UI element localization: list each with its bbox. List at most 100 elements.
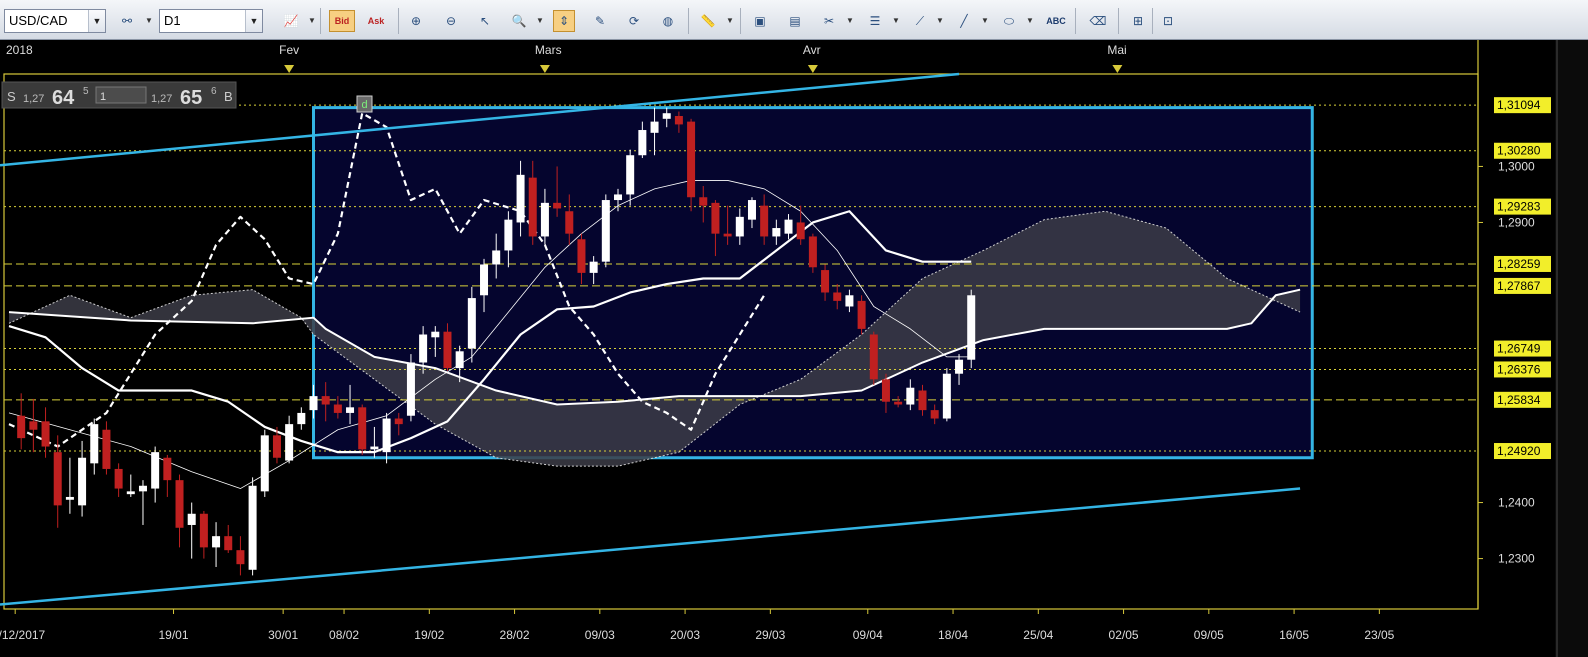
candle[interactable] — [857, 295, 866, 335]
buy-big[interactable]: 65 — [180, 87, 202, 109]
candle-body — [419, 334, 428, 363]
chevron-down-icon[interactable]: ▼ — [726, 16, 734, 25]
cursor-icon[interactable]: ↖ — [474, 10, 496, 32]
chart-type-icon[interactable]: 📈 — [280, 10, 302, 32]
x-tick-label: 09/03 — [585, 628, 615, 642]
ask-button[interactable]: Ask — [363, 10, 389, 32]
zoom-out-icon[interactable]: ⊖ — [440, 10, 462, 32]
chevron-down-icon[interactable]: ▼ — [308, 16, 316, 25]
candle[interactable] — [406, 354, 415, 422]
candle-body — [747, 200, 756, 220]
quote-box: S 1,27 64 5 1 1,27 65 6 B — [1, 81, 237, 109]
y-tick-label: 1,3000 — [1498, 159, 1535, 173]
crosshair-link-icon[interactable]: ⚯ — [116, 10, 138, 32]
bid-button[interactable]: Bid — [329, 10, 355, 32]
toolbar-separator — [1118, 8, 1119, 34]
toolbar-separator — [320, 8, 321, 34]
candle-body — [955, 359, 964, 374]
candle-body — [236, 550, 245, 565]
candle-body — [614, 194, 622, 201]
symbol-value: USD/CAD — [9, 13, 68, 28]
chevron-down-icon[interactable]: ▼ — [536, 16, 544, 25]
symbol-select[interactable]: USD/CAD ▼ — [4, 9, 106, 33]
candle-body — [918, 390, 927, 411]
month-label: Mai — [1107, 43, 1126, 57]
refresh-icon[interactable]: ⟳ — [623, 10, 645, 32]
candle-body — [528, 177, 537, 237]
candle-body — [735, 216, 744, 237]
tools-icon[interactable]: ✂ — [818, 10, 840, 32]
candle-body — [967, 295, 976, 360]
ellipse-icon[interactable]: ⬭ — [998, 10, 1020, 32]
candle-body — [187, 513, 196, 525]
line-tool-icon[interactable]: ╱ — [953, 10, 975, 32]
chevron-down-icon[interactable]: ▼ — [892, 16, 900, 25]
quantity-value: 1 — [100, 91, 106, 103]
image-icon[interactable]: ▣ — [749, 10, 771, 32]
edit-icon[interactable]: ✎ — [589, 10, 611, 32]
sell-prefix: 1,27 — [23, 93, 44, 105]
candle-body — [869, 334, 878, 380]
chevron-down-icon[interactable]: ▼ — [88, 10, 105, 32]
candle-body — [833, 292, 842, 301]
magnifier-icon[interactable]: 🔍 — [508, 10, 530, 32]
y-tick-label: 1,2300 — [1498, 552, 1535, 566]
x-tick-label: 09/05 — [1194, 628, 1224, 642]
candle-body — [881, 379, 890, 402]
window-grid-icon[interactable]: ⊡ — [1157, 10, 1179, 32]
candle-body — [285, 424, 294, 461]
lines-icon[interactable]: ☰ — [864, 10, 886, 32]
sell-big[interactable]: 64 — [52, 87, 75, 109]
x-tick-label: 29/03 — [755, 628, 785, 642]
candle[interactable] — [869, 331, 878, 385]
level-label: 1,30280 — [1497, 144, 1541, 158]
fan-icon[interactable]: ⟋ — [909, 10, 931, 32]
eraser-icon[interactable]: ⌫ — [1087, 10, 1109, 32]
candle[interactable] — [967, 289, 976, 369]
candle-body — [467, 298, 476, 349]
chevron-down-icon[interactable]: ▼ — [981, 16, 989, 25]
candle-body — [845, 295, 854, 307]
candle[interactable] — [260, 429, 269, 497]
scrollbar-track[interactable] — [1555, 40, 1588, 657]
candle-body — [930, 410, 939, 419]
candle-body — [638, 130, 647, 156]
chevron-down-icon[interactable]: ▼ — [145, 16, 153, 25]
globe-icon[interactable]: ◍ — [657, 10, 679, 32]
x-tick-label: 18/04 — [938, 628, 968, 642]
buy-sup: 6 — [211, 86, 217, 97]
text-tool-button[interactable]: ABC — [1043, 10, 1069, 32]
window-icon[interactable]: ▤ — [784, 10, 806, 32]
candle-body — [321, 396, 330, 405]
y-tick-label: 1,2900 — [1498, 215, 1535, 229]
candle-body — [406, 362, 415, 416]
candle-body — [565, 211, 574, 234]
timeframe-select[interactable]: D1 ▼ — [159, 9, 263, 33]
chevron-down-icon[interactable]: ▼ — [846, 16, 854, 25]
candle-body — [248, 485, 257, 570]
level-label: 1,26376 — [1497, 362, 1541, 376]
chevron-down-icon[interactable]: ▼ — [245, 10, 262, 32]
candle-body — [589, 261, 598, 273]
ruler-icon[interactable]: 📏 — [697, 10, 719, 32]
autoscroll-icon[interactable]: ⇕ — [553, 10, 575, 32]
candle-body — [78, 457, 87, 506]
candle[interactable] — [601, 194, 610, 268]
candle[interactable] — [248, 477, 257, 576]
candle-body — [126, 491, 135, 495]
candle-body — [90, 424, 99, 464]
candle-body — [480, 264, 489, 296]
candle[interactable] — [942, 368, 951, 422]
candle[interactable] — [808, 233, 817, 273]
zoom-in-icon[interactable]: ⊕ — [405, 10, 427, 32]
price-chart[interactable]: 1,31094 1,30280 1,29283 1,28259 1,27867 1,267… — [0, 40, 1588, 657]
chevron-down-icon[interactable]: ▼ — [1026, 16, 1034, 25]
chevron-down-icon[interactable]: ▼ — [936, 16, 944, 25]
candle-body — [260, 435, 269, 492]
candle[interactable] — [358, 404, 367, 455]
candle-body — [65, 496, 74, 500]
hierarchy-icon[interactable]: ⊞ — [1127, 10, 1149, 32]
candle-body — [175, 480, 184, 528]
x-tick-label: 08/02 — [329, 628, 359, 642]
month-label: Mars — [535, 43, 562, 57]
